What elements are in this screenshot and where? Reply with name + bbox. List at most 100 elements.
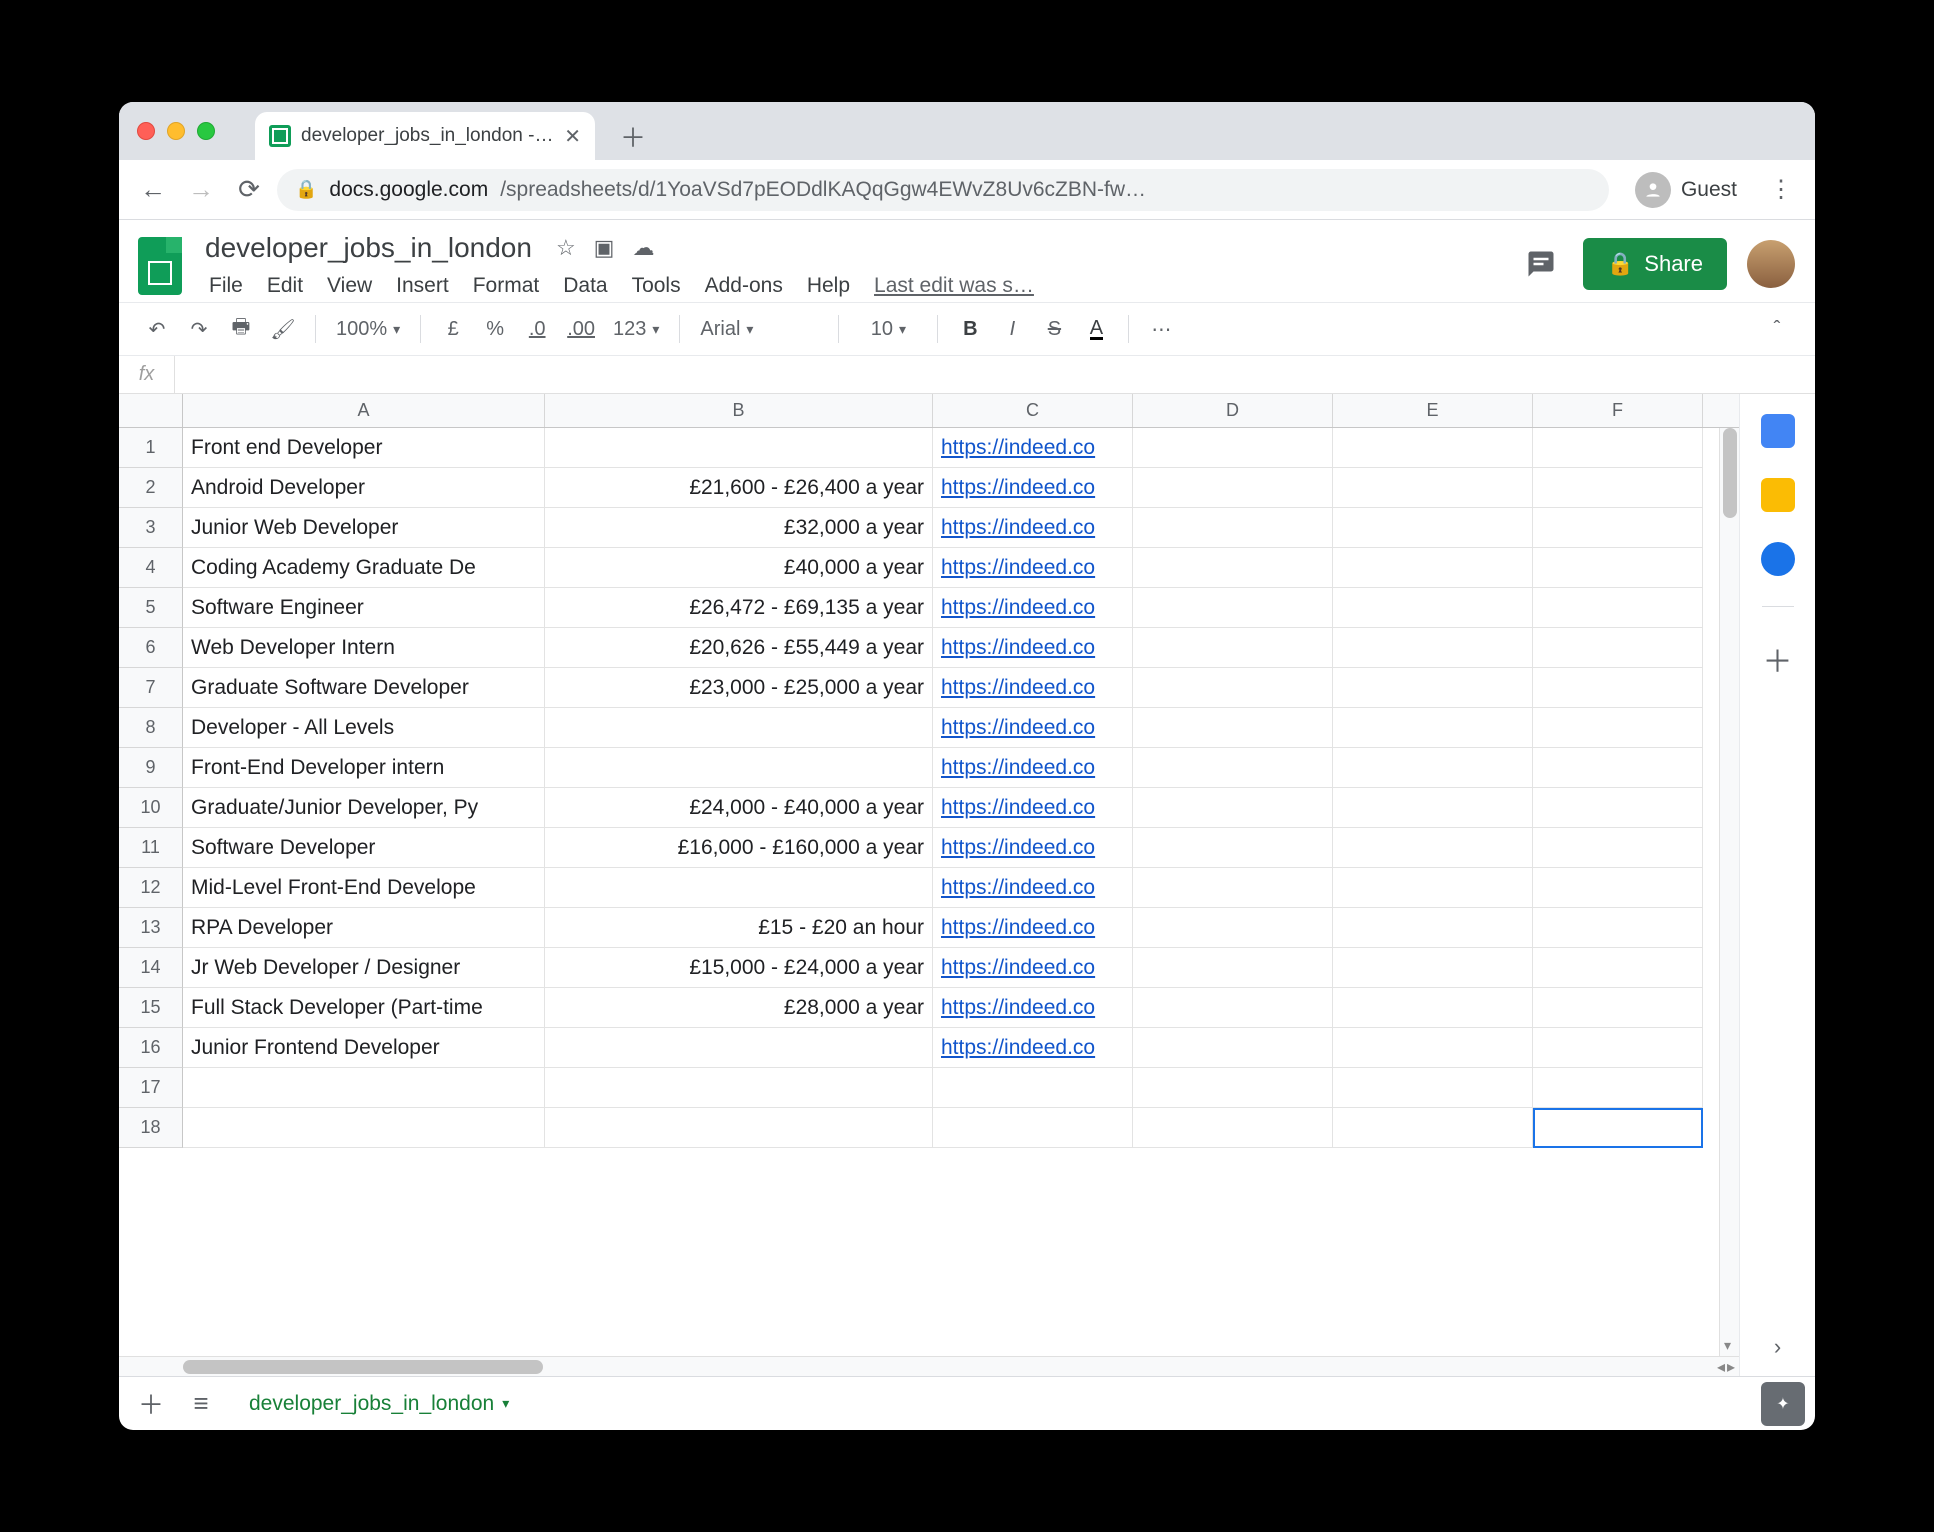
cell[interactable] (545, 748, 933, 788)
cell[interactable]: Mid-Level Front-End Develope (183, 868, 545, 908)
cell[interactable] (1133, 548, 1333, 588)
tasks-icon[interactable] (1761, 542, 1795, 576)
cell-link[interactable]: https://indeed.co (933, 1028, 1133, 1068)
cell[interactable] (1533, 748, 1703, 788)
undo-button[interactable]: ↶ (139, 310, 175, 348)
tab-close-icon[interactable]: ✕ (564, 124, 581, 149)
hscroll-left-icon[interactable]: ◂ (1717, 1357, 1725, 1377)
cell[interactable] (545, 428, 933, 468)
profile-chip[interactable]: Guest (1631, 168, 1753, 212)
cell[interactable] (1533, 868, 1703, 908)
cell[interactable] (1533, 708, 1703, 748)
cell[interactable]: Developer - All Levels (183, 708, 545, 748)
cell[interactable] (1133, 748, 1333, 788)
cell[interactable] (1333, 1108, 1533, 1148)
col-header-C[interactable]: C (933, 394, 1133, 427)
cell[interactable]: Android Developer (183, 468, 545, 508)
cell-link[interactable]: https://indeed.co (933, 788, 1133, 828)
explore-button[interactable]: ✦ (1761, 1382, 1805, 1426)
cell[interactable] (1333, 788, 1533, 828)
hscroll-thumb[interactable] (183, 1360, 543, 1374)
menu-file[interactable]: File (199, 270, 253, 302)
cell-link[interactable]: https://indeed.co (933, 468, 1133, 508)
cell-link[interactable]: https://indeed.co (933, 908, 1133, 948)
cell-link[interactable]: https://indeed.co (933, 748, 1133, 788)
cell[interactable]: RPA Developer (183, 908, 545, 948)
add-sheet-button[interactable]: ＋ (129, 1382, 173, 1426)
cell[interactable] (1133, 1108, 1333, 1148)
cell[interactable] (1333, 708, 1533, 748)
cell[interactable]: Coding Academy Graduate De (183, 548, 545, 588)
cell[interactable]: £15,000 - £24,000 a year (545, 948, 933, 988)
cell[interactable]: £21,600 - £26,400 a year (545, 468, 933, 508)
cell[interactable]: Jr Web Developer / Designer (183, 948, 545, 988)
cell[interactable]: Front-End Developer intern (183, 748, 545, 788)
cell[interactable] (1533, 548, 1703, 588)
cell[interactable]: Graduate Software Developer (183, 668, 545, 708)
menu-format[interactable]: Format (463, 270, 550, 302)
print-button[interactable]: 🖶 (223, 310, 259, 348)
currency-button[interactable]: £ (435, 310, 471, 348)
sheet-tab-active[interactable]: developer_jobs_in_london ▾ (229, 1382, 529, 1426)
menu-data[interactable]: Data (553, 270, 617, 302)
cell-link[interactable]: https://indeed.co (933, 548, 1133, 588)
more-tools-button[interactable]: ⋯ (1143, 310, 1179, 348)
vscroll-down-icon[interactable]: ▾ (1724, 1337, 1731, 1354)
text-color-button[interactable]: A (1090, 319, 1103, 340)
hide-side-panel-button[interactable]: › (1774, 1334, 1781, 1360)
keep-icon[interactable] (1761, 478, 1795, 512)
cell[interactable] (1333, 668, 1533, 708)
col-header-A[interactable]: A (183, 394, 545, 427)
address-bar[interactable]: 🔒 docs.google.com/spreadsheets/d/1YoaVSd… (277, 169, 1609, 211)
cell[interactable] (1133, 708, 1333, 748)
row-header[interactable]: 18 (119, 1108, 183, 1148)
cell[interactable] (545, 708, 933, 748)
vscroll-thumb[interactable] (1723, 428, 1737, 518)
new-tab-button[interactable]: ＋ (613, 116, 653, 156)
font-size-dropdown[interactable]: 10 (853, 310, 923, 348)
cell-link[interactable]: https://indeed.co (933, 508, 1133, 548)
cell[interactable] (1333, 508, 1533, 548)
comments-button[interactable] (1519, 242, 1563, 286)
cell[interactable] (1333, 868, 1533, 908)
cell[interactable] (1533, 908, 1703, 948)
cell[interactable] (545, 1068, 933, 1108)
window-minimize-icon[interactable] (167, 122, 185, 140)
select-all-corner[interactable] (119, 394, 183, 427)
cell[interactable]: £32,000 a year (545, 508, 933, 548)
cell[interactable] (933, 1068, 1133, 1108)
cell[interactable] (545, 1108, 933, 1148)
more-formats-dropdown[interactable]: 123 (607, 310, 665, 348)
row-header[interactable]: 1 (119, 428, 183, 468)
cell[interactable] (1133, 908, 1333, 948)
row-header[interactable]: 5 (119, 588, 183, 628)
cell[interactable]: Junior Frontend Developer (183, 1028, 545, 1068)
cell[interactable]: £23,000 - £25,000 a year (545, 668, 933, 708)
cell[interactable] (1533, 508, 1703, 548)
cell[interactable] (1333, 828, 1533, 868)
collapse-toolbar-button[interactable]: ˆ (1759, 310, 1795, 348)
cell[interactable]: £28,000 a year (545, 988, 933, 1028)
cell[interactable] (1533, 948, 1703, 988)
cell[interactable] (1133, 668, 1333, 708)
row-header[interactable]: 10 (119, 788, 183, 828)
cell[interactable] (1133, 868, 1333, 908)
cell[interactable] (1333, 468, 1533, 508)
cell[interactable]: Software Developer (183, 828, 545, 868)
row-header[interactable]: 6 (119, 628, 183, 668)
cell[interactable] (183, 1108, 545, 1148)
cell[interactable]: Software Engineer (183, 588, 545, 628)
cell[interactable]: £20,626 - £55,449 a year (545, 628, 933, 668)
cell-link[interactable]: https://indeed.co (933, 428, 1133, 468)
bold-button[interactable]: B (952, 310, 988, 348)
cell[interactable] (1333, 1068, 1533, 1108)
menu-addons[interactable]: Add-ons (695, 270, 793, 302)
cell[interactable]: £24,000 - £40,000 a year (545, 788, 933, 828)
cell[interactable] (183, 1068, 545, 1108)
add-addon-button[interactable]: ＋ (1763, 637, 1793, 681)
menu-help[interactable]: Help (797, 270, 860, 302)
cell[interactable] (1533, 468, 1703, 508)
cell[interactable] (1533, 1068, 1703, 1108)
cell[interactable] (1133, 788, 1333, 828)
redo-button[interactable]: ↷ (181, 310, 217, 348)
